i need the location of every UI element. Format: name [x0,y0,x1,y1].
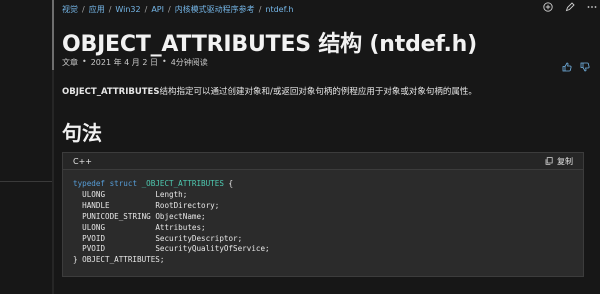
breadcrumb: 视觉 / 应用 / Win32 / API / 内核模式驱动程序参考 / ntd… [62,2,293,16]
breadcrumb-separator: / [144,4,148,14]
code-language: C++ [73,156,92,166]
code-field-type: PUNICODE_STRING [82,211,151,221]
code-field-type: PVOID [82,244,106,254]
code-field-name: Attributes; [155,222,206,232]
breadcrumb-separator: / [82,4,85,14]
code-field-type: HANDLE [82,200,110,210]
code-field-name: SecurityDescriptor; [155,233,243,243]
code-field-name: SecurityQualityOfService; [155,244,270,254]
breadcrumb-item[interactable]: 视觉 [62,4,78,15]
code-struct-name: _OBJECT_ATTRIBUTES [141,179,224,188]
breadcrumb-item[interactable]: 内核模式驱动程序参考 [175,4,255,15]
left-rail [0,0,52,294]
add-icon[interactable] [542,1,554,13]
code-keyword: struct [109,179,138,188]
rail-divider [0,181,52,182]
breadcrumb-item[interactable]: 应用 [89,4,105,15]
page-title: OBJECT_ATTRIBUTES 结构 (ntdef.h) [62,32,477,57]
copy-icon [545,157,553,165]
syntax-heading: 句法 [62,121,102,145]
copy-button[interactable]: 复制 [545,156,573,167]
more-icon[interactable] [586,1,598,13]
thumbs-down-icon[interactable] [580,57,590,76]
code-field-name: ObjectName; [155,211,206,221]
feedback [562,57,590,76]
scrollbar-thumb[interactable] [52,0,54,70]
meta-read-time: 4分钟阅读 [170,58,208,67]
summary: OBJECT_ATTRIBUTES结构指定可以通过创建对象和/或返回对象句柄的例… [62,85,477,97]
meta-separator: • [82,57,87,66]
breadcrumb-separator: / [108,4,112,14]
edit-icon[interactable] [564,1,576,13]
thumbs-up-icon[interactable] [562,57,572,76]
code-content: typedef struct _OBJECT_ATTRIBUTES { ULON… [63,170,583,266]
meta-type: 文章 [62,58,78,67]
meta-separator: • [161,57,167,66]
code-field-type: ULONG [82,189,106,199]
top-actions [542,1,598,13]
code-field-type: ULONG [82,222,106,232]
copy-label: 复制 [557,156,573,166]
breadcrumb-separator: / [167,4,171,14]
breadcrumb-item[interactable]: ntdef.h [265,5,293,14]
code-text: { [223,179,234,188]
code-keyword: typedef [73,179,106,188]
code-header: C++ 复制 [63,153,583,170]
breadcrumb-item[interactable]: Win32 [115,5,140,14]
code-block: C++ 复制 typedef struct _OBJECT_ATTRIBUTES… [62,152,584,277]
code-field-name: RootDirectory; [155,200,220,210]
meta-date: 2021 年 4 月 2 日 [90,58,158,67]
main-content: 视觉 / 应用 / Win32 / API / 内核模式驱动程序参考 / ntd… [62,0,597,294]
article-meta: 文章 • 2021 年 4 月 2 日 • 4分钟阅读 [62,57,208,68]
summary-text: 结构指定可以通过创建对象和/或返回对象句柄的例程应用于对象或对象句柄的属性。 [159,87,477,97]
code-field-type: PVOID [82,233,106,243]
summary-term: OBJECT_ATTRIBUTES [62,87,160,97]
code-text: } OBJECT_ATTRIBUTES; [73,255,165,265]
breadcrumb-separator: / [258,4,262,14]
breadcrumb-item[interactable]: API [151,5,164,14]
code-field-name: Length; [155,189,188,199]
